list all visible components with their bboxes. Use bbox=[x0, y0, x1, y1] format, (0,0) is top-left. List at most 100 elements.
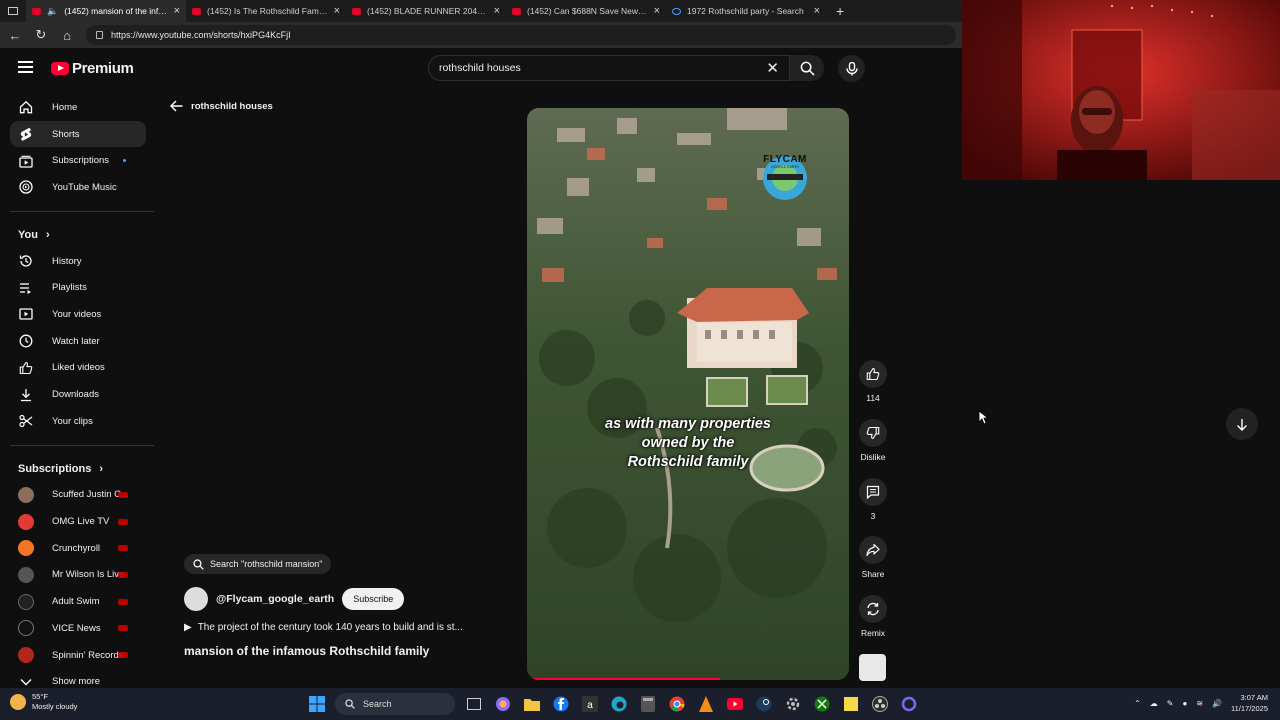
sidebar-item-your-clips[interactable]: Your clips bbox=[0, 408, 146, 435]
microphone-icon[interactable]: ● bbox=[1183, 699, 1188, 708]
edge-icon[interactable] bbox=[608, 694, 629, 715]
comments-button[interactable] bbox=[859, 477, 887, 506]
watermark-title: FLYCAM bbox=[763, 154, 807, 165]
settings-gear-icon[interactable] bbox=[782, 694, 803, 715]
youtube-app-icon[interactable] bbox=[724, 694, 745, 715]
sticky-notes-icon[interactable] bbox=[840, 694, 861, 715]
video-progress-bar[interactable] bbox=[527, 678, 721, 680]
facebook-icon[interactable] bbox=[550, 694, 571, 715]
sidebar-item-liked-videos[interactable]: Liked videos bbox=[0, 355, 146, 382]
pen-icon[interactable]: ✎ bbox=[1167, 699, 1174, 708]
close-tab-icon[interactable]: × bbox=[174, 5, 180, 17]
speaker-icon[interactable]: 🔈 bbox=[47, 6, 58, 17]
home-icon[interactable]: ⌂ bbox=[60, 28, 74, 43]
system-clock[interactable]: 3:07 AM 11/17/2025 bbox=[1231, 692, 1268, 714]
taskbar-search[interactable]: Search bbox=[335, 693, 455, 715]
sidebar-channel[interactable]: Scuffed Justin C... bbox=[0, 482, 146, 509]
section-title: You bbox=[18, 228, 38, 241]
tab-1[interactable]: 🔈 (1452) mansion of the infam × bbox=[26, 0, 186, 22]
chevron-up-icon[interactable]: ⌃ bbox=[1134, 699, 1141, 708]
history-icon bbox=[18, 253, 34, 269]
sidebar-channel[interactable]: Spinnin' Records bbox=[0, 642, 146, 669]
sidebar-item-label: Home bbox=[52, 101, 78, 113]
steam-icon[interactable] bbox=[753, 694, 774, 715]
shorts-video-player[interactable]: FLYCAM GOOGLE EARTH as with many propert… bbox=[527, 108, 849, 680]
search-input[interactable]: rothschild houses ✕ bbox=[428, 55, 790, 81]
voice-search-button[interactable] bbox=[838, 55, 865, 82]
close-tab-icon[interactable]: × bbox=[654, 5, 660, 17]
video-description[interactable]: ▶ The project of the century took 140 ye… bbox=[184, 622, 504, 633]
chrome-icon[interactable] bbox=[666, 694, 687, 715]
like-button[interactable] bbox=[859, 360, 887, 388]
next-video-button[interactable] bbox=[1226, 408, 1258, 440]
tab-3[interactable]: (1452) BLADE RUNNER 2049 Brea × bbox=[346, 0, 506, 22]
thumbs-up-icon bbox=[18, 360, 34, 376]
sidebar-channel[interactable]: Mr Wilson Is Live bbox=[0, 562, 146, 589]
cortana-icon[interactable] bbox=[898, 694, 919, 715]
obs-icon[interactable] bbox=[869, 694, 890, 715]
shorts-icon bbox=[18, 126, 34, 142]
reload-icon[interactable]: ↻ bbox=[34, 27, 48, 43]
sidebar-section-subscriptions[interactable]: Subscriptions › bbox=[0, 456, 156, 482]
sidebar-channel[interactable]: OMG Live TV bbox=[0, 508, 146, 535]
channel-name[interactable]: @Flycam_google_earth bbox=[216, 593, 334, 605]
weather-widget[interactable]: 55°F Mostly cloudy bbox=[10, 692, 77, 712]
sidebar-section-you[interactable]: You › bbox=[0, 222, 156, 248]
xbox-icon[interactable] bbox=[811, 694, 832, 715]
channel-avatar[interactable] bbox=[184, 586, 208, 611]
back-arrow-icon[interactable]: ← bbox=[8, 28, 22, 43]
sidebar-item-home[interactable]: Home bbox=[0, 94, 146, 121]
wifi-icon[interactable]: ≋ bbox=[1196, 699, 1203, 708]
sidebar: Home Shorts Subscriptions YouTube Music … bbox=[0, 94, 156, 695]
sidebar-item-playlists[interactable]: Playlists bbox=[0, 274, 146, 301]
close-tab-icon[interactable]: × bbox=[494, 5, 500, 17]
sidebar-channel[interactable]: Crunchyroll bbox=[0, 535, 146, 562]
amazon-icon[interactable]: a bbox=[579, 694, 600, 715]
sidebar-channel[interactable]: Adult Swim bbox=[0, 588, 146, 615]
clear-search-icon[interactable]: ✕ bbox=[766, 59, 779, 77]
related-search-chip[interactable]: Search "rothschild mansion" bbox=[184, 554, 332, 574]
sidebar-item-youtube-music[interactable]: YouTube Music bbox=[0, 174, 146, 201]
new-tab-icon[interactable]: + bbox=[826, 3, 854, 19]
subscribe-button[interactable]: Subscribe bbox=[342, 587, 405, 610]
tab-actions-button[interactable] bbox=[0, 0, 26, 22]
vlc-icon[interactable] bbox=[695, 694, 716, 715]
remix-button[interactable] bbox=[859, 595, 887, 624]
new-content-dot bbox=[123, 159, 126, 163]
dislike-button[interactable] bbox=[859, 418, 887, 447]
volume-icon[interactable]: 🔊 bbox=[1212, 699, 1222, 708]
sidebar-item-watch-later[interactable]: Watch later bbox=[0, 328, 146, 355]
sidebar-item-shorts[interactable]: Shorts bbox=[10, 120, 146, 148]
close-tab-icon[interactable]: × bbox=[814, 5, 820, 17]
tab-4[interactable]: (1452) Can $688N Save New York × bbox=[506, 0, 666, 22]
network-icon[interactable]: ☁ bbox=[1150, 699, 1158, 708]
task-view-icon[interactable] bbox=[463, 694, 484, 715]
arrow-down-icon bbox=[1237, 418, 1247, 431]
close-tab-icon[interactable]: × bbox=[334, 5, 340, 17]
sidebar-item-subscriptions[interactable]: Subscriptions bbox=[0, 147, 146, 174]
search-button[interactable] bbox=[790, 55, 824, 81]
tab-5[interactable]: 1972 Rothschild party - Search × bbox=[666, 0, 826, 22]
file-explorer-icon[interactable] bbox=[521, 694, 542, 715]
sidebar-item-downloads[interactable]: Downloads bbox=[0, 381, 146, 408]
start-button[interactable] bbox=[306, 694, 327, 715]
calculator-icon[interactable] bbox=[637, 694, 658, 715]
sidebar-divider bbox=[10, 210, 154, 212]
back-to-search[interactable]: rothschild houses bbox=[170, 100, 273, 112]
browser-tab-strip: 🔈 (1452) mansion of the infam × (1452) I… bbox=[0, 0, 962, 22]
clock-time: 3:07 AM bbox=[1240, 693, 1268, 702]
channel-avatar bbox=[18, 593, 34, 610]
url-field[interactable]: https://www.youtube.com/shorts/hxiPG4KcF… bbox=[86, 25, 956, 45]
tab-title: (1452) Can $688N Save New York bbox=[527, 6, 648, 16]
video-title[interactable]: mansion of the infamous Rothschild famil… bbox=[184, 644, 504, 658]
sidebar-item-your-videos[interactable]: Your videos bbox=[0, 301, 146, 328]
menu-icon[interactable] bbox=[18, 61, 33, 73]
tab-title: (1452) mansion of the infam bbox=[64, 6, 168, 16]
copilot-icon[interactable] bbox=[492, 694, 513, 715]
sidebar-channel[interactable]: VICE News bbox=[0, 615, 146, 642]
sidebar-item-history[interactable]: History bbox=[0, 248, 146, 275]
youtube-logo[interactable]: Premium bbox=[51, 60, 134, 77]
sound-thumbnail[interactable] bbox=[859, 654, 886, 681]
share-button[interactable] bbox=[859, 536, 887, 565]
tab-2[interactable]: (1452) Is The Rothschild Family Th × bbox=[186, 0, 346, 22]
